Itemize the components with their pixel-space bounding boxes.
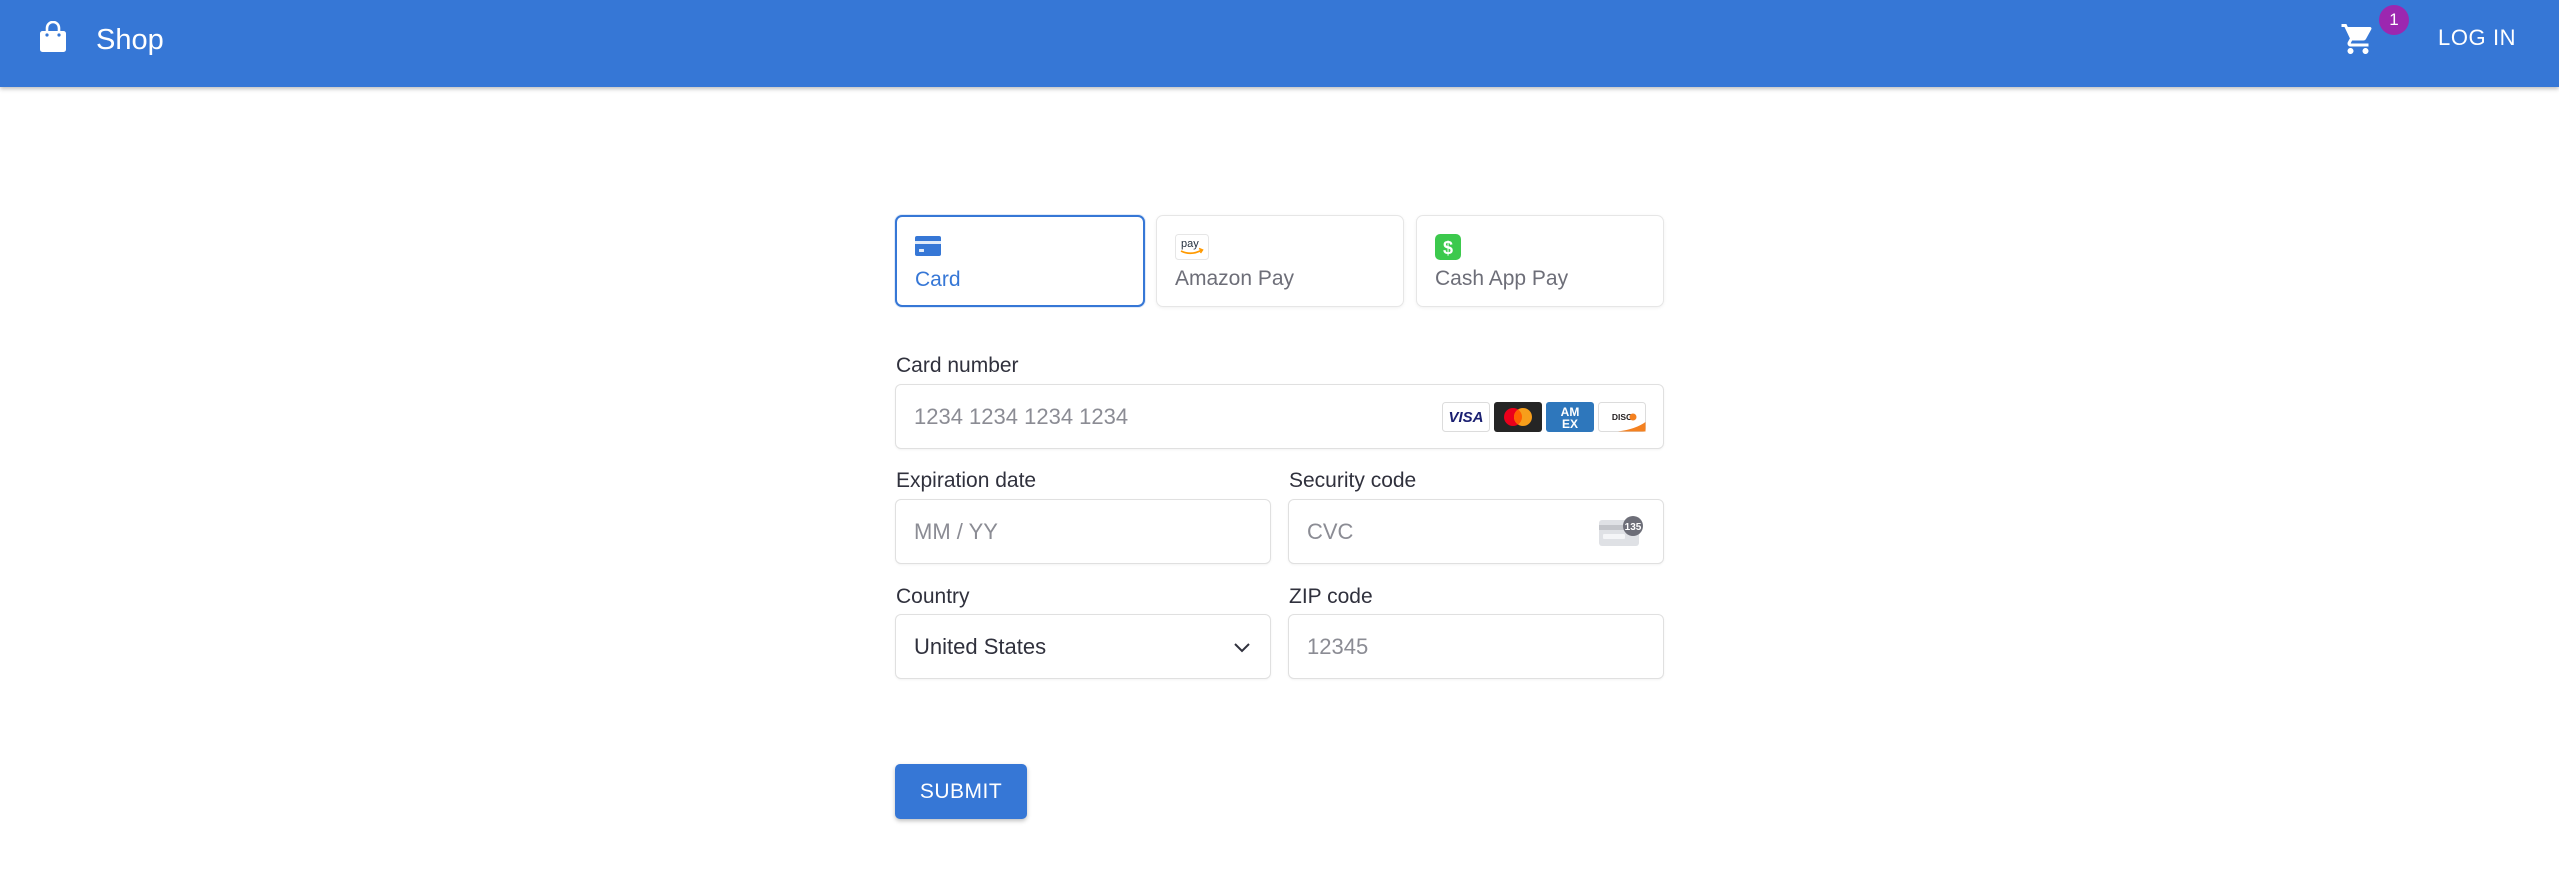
card-icon xyxy=(915,236,941,256)
shopping-bag-icon xyxy=(40,21,66,52)
zip-code-label: ZIP code xyxy=(1289,585,1373,608)
card-number-label: Card number xyxy=(896,354,1019,377)
zip-code-field xyxy=(1288,614,1664,679)
cart-count-badge: 1 xyxy=(2379,5,2409,35)
expiration-date-input[interactable] xyxy=(914,500,1244,563)
card-number-input[interactable] xyxy=(914,385,1434,448)
tab-cash-app-pay[interactable]: $ Cash App Pay xyxy=(1416,215,1664,307)
submit-button[interactable]: SUBMIT xyxy=(895,764,1027,819)
svg-text:$: $ xyxy=(1443,238,1453,258)
visa-icon: VISA xyxy=(1442,402,1490,432)
tab-card-label: Card xyxy=(915,268,961,291)
security-code-label: Security code xyxy=(1289,469,1417,492)
svg-text:EX: EX xyxy=(1562,417,1578,431)
security-code-field: 135 xyxy=(1288,499,1664,564)
svg-text:pay: pay xyxy=(1181,238,1199,250)
login-button[interactable]: LOG IN xyxy=(2438,25,2516,51)
country-selected-value: United States xyxy=(914,634,1047,659)
amazon-pay-icon: pay xyxy=(1175,234,1209,260)
tab-amazon-pay[interactable]: pay Amazon Pay xyxy=(1156,215,1404,307)
cvc-icon-number: 135 xyxy=(1625,522,1642,533)
tab-amazon-pay-label: Amazon Pay xyxy=(1175,267,1295,290)
cash-app-icon: $ xyxy=(1435,234,1461,260)
tab-card[interactable]: Card xyxy=(895,215,1145,307)
amex-icon: AM EX xyxy=(1546,402,1594,432)
svg-text:VISA: VISA xyxy=(1448,409,1483,426)
expiration-date-label: Expiration date xyxy=(896,469,1037,492)
cart-icon[interactable] xyxy=(2340,21,2376,57)
discover-icon: DISC xyxy=(1598,402,1646,432)
mastercard-icon xyxy=(1494,402,1542,432)
tab-cash-app-pay-label: Cash App Pay xyxy=(1435,267,1569,290)
brand-title: Shop xyxy=(96,24,164,56)
expiration-date-field xyxy=(895,499,1271,564)
card-number-field: VISA AM EX DISC xyxy=(895,384,1664,449)
country-select[interactable]: United States xyxy=(895,614,1271,679)
zip-code-input[interactable] xyxy=(1307,615,1637,678)
card-brand-icons: VISA AM EX DISC xyxy=(1442,402,1646,432)
country-label: Country xyxy=(896,585,970,608)
security-code-input[interactable] xyxy=(1307,500,1577,563)
cvc-card-icon: 135 xyxy=(1599,516,1643,546)
app-bar: Shop 1 LOG IN xyxy=(0,0,2559,87)
chevron-down-icon xyxy=(1234,643,1250,653)
svg-text:DISC: DISC xyxy=(1612,412,1632,422)
